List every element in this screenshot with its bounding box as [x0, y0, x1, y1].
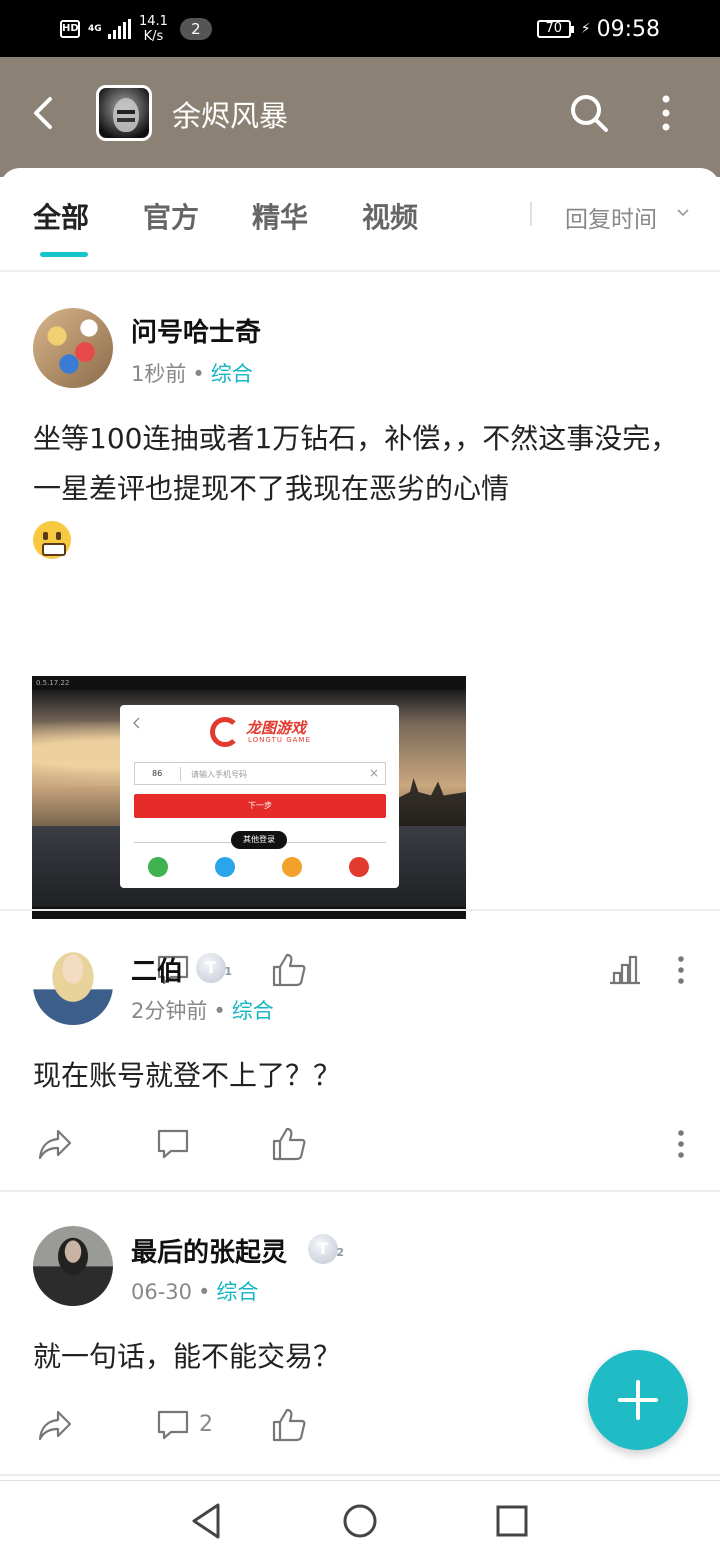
like-icon[interactable] — [270, 1125, 308, 1163]
nav-recents-icon[interactable] — [492, 1501, 532, 1541]
content-panel: 全部 官方 精华 视频 回复时间 问号哈士奇 1秒前 • 综合 坐等100连抽或者1… — [0, 168, 720, 1480]
clear-icon: × — [368, 766, 379, 780]
other-login-label: 其他登录 — [231, 831, 287, 849]
post-text[interactable]: 坐等100连抽或者1万钻石，补偿，，不然这事没完，一星差评也提现不了我现在恶劣的… — [33, 414, 693, 564]
status-right: 70 ⚡ 09:58 — [536, 10, 660, 48]
badge-level: 1 — [224, 965, 232, 978]
badge-letter: T — [317, 1239, 329, 1258]
username[interactable]: 最后的张起灵 — [131, 1232, 287, 1269]
back-arrow-icon[interactable] — [28, 93, 60, 133]
post-category[interactable]: 综合 — [232, 999, 274, 1023]
share-icon[interactable] — [36, 1125, 74, 1163]
like-icon[interactable] — [270, 1406, 308, 1444]
post-more-icon[interactable] — [662, 1125, 700, 1163]
avatar[interactable] — [33, 1226, 113, 1306]
meta-separator: • — [198, 1280, 211, 1304]
speed-unit: K/s — [143, 29, 164, 44]
network-type: 4G — [88, 23, 102, 34]
speed-value: 14.1 — [139, 14, 168, 29]
meta-separator: • — [213, 999, 226, 1023]
hd-indicator: HD — [60, 20, 80, 38]
search-icon[interactable] — [569, 93, 609, 133]
post-body: 坐等100连抽或者1万钻石，补偿，，不然这事没完，一星差评也提现不了我现在恶劣的… — [33, 422, 679, 505]
notification-count: 2 — [179, 18, 212, 40]
system-nav-bar — [0, 1480, 720, 1560]
status-left: HD 4G 14.1 K/s 2 — [60, 10, 212, 48]
active-tab-indicator — [40, 252, 88, 257]
post-actions — [0, 1117, 720, 1167]
tab-all[interactable]: 全部 — [33, 196, 89, 236]
post-meta: 06-30 • 综合 — [131, 1276, 258, 1306]
tab-official[interactable]: 官方 — [143, 196, 199, 236]
comment-icon[interactable] — [154, 1125, 192, 1163]
signal-icon — [108, 19, 131, 39]
sort-dropdown[interactable]: 回复时间 — [565, 200, 657, 234]
phone-input: 86 请输入手机号码 × — [134, 762, 386, 785]
post-time: 2分钟前 — [131, 999, 208, 1023]
user-level-badge: T2 — [308, 1234, 344, 1264]
post-item[interactable]: 二伯 T1 2分钟前 • 综合 现在账号就登不上了？？ — [0, 911, 720, 1190]
username[interactable]: 二伯 — [131, 951, 183, 988]
chevron-down-icon[interactable] — [677, 208, 689, 218]
input-separator — [180, 767, 181, 781]
post-text[interactable]: 现在账号就登不上了？？ — [33, 1051, 693, 1101]
comment-count: 2 — [199, 1412, 213, 1437]
longtu-logo-icon — [210, 717, 240, 747]
phone-placeholder: 请输入手机号码 — [191, 770, 247, 779]
plus-icon — [618, 1380, 658, 1420]
post-meta: 1秒前 • 综合 — [131, 358, 253, 388]
nav-home-icon[interactable] — [340, 1501, 380, 1541]
avatar[interactable] — [33, 308, 113, 388]
dialog-back-icon — [133, 717, 140, 729]
tab-divider — [530, 202, 532, 226]
wechat-icon — [148, 857, 168, 877]
tab-featured[interactable]: 精华 — [252, 196, 308, 236]
post-item[interactable]: 问号哈士奇 1秒前 • 综合 坐等100连抽或者1万钻石，补偿，，不然这事没完，一星… — [0, 274, 720, 987]
post-separator — [0, 1474, 720, 1476]
dialog-brand-en: LONGTU GAME — [248, 736, 311, 744]
clock: 09:58 — [596, 16, 660, 42]
post-image[interactable]: 0.5.17.22 龙图游戏 LONGTU GAME 86 请输入手机号码 × … — [32, 676, 466, 919]
post-category[interactable]: 综合 — [211, 362, 253, 386]
tab-video[interactable]: 视频 — [362, 196, 418, 236]
weibo-icon — [282, 857, 302, 877]
charging-icon: ⚡ — [580, 21, 591, 37]
game-icon[interactable] — [96, 85, 152, 141]
battery-icon: 70 — [536, 20, 574, 38]
post-category[interactable]: 综合 — [216, 1280, 258, 1304]
network-speed: 14.1 K/s — [139, 14, 168, 44]
avatar[interactable] — [33, 945, 113, 1025]
post-meta: 2分钟前 • 综合 — [131, 995, 274, 1025]
more-options-icon[interactable] — [654, 93, 678, 133]
new-post-button[interactable] — [588, 1350, 688, 1450]
forum-title: 余烬风暴 — [172, 99, 289, 133]
country-code: 86 — [152, 769, 163, 778]
username[interactable]: 问号哈士奇 — [131, 312, 261, 349]
dialog-brand: 龙图游戏 — [246, 719, 307, 737]
forum-header: 余烬风暴 — [0, 57, 720, 177]
nav-back-icon[interactable] — [186, 1501, 226, 1541]
comment-icon[interactable] — [154, 1406, 192, 1444]
next-step-button: 下一步 — [134, 794, 386, 818]
qq-icon — [215, 857, 235, 877]
filter-tabs: 全部 官方 精华 视频 回复时间 — [0, 168, 720, 272]
user-level-badge: T1 — [196, 953, 232, 983]
image-version: 0.5.17.22 — [32, 676, 466, 690]
post-time: 06-30 — [131, 1280, 193, 1304]
share-icon[interactable] — [36, 1406, 74, 1444]
grimacing-face-icon — [33, 521, 71, 559]
login-dialog: 龙图游戏 LONGTU GAME 86 请输入手机号码 × 下一步 其他登录 — [120, 705, 399, 888]
longtu-account-icon — [349, 857, 369, 877]
meta-separator: • — [192, 362, 205, 386]
badge-letter: T — [205, 958, 217, 977]
status-bar: HD 4G 14.1 K/s 2 70 ⚡ 09:58 — [0, 0, 720, 57]
post-time: 1秒前 — [131, 362, 187, 386]
badge-level: 2 — [336, 1246, 344, 1259]
